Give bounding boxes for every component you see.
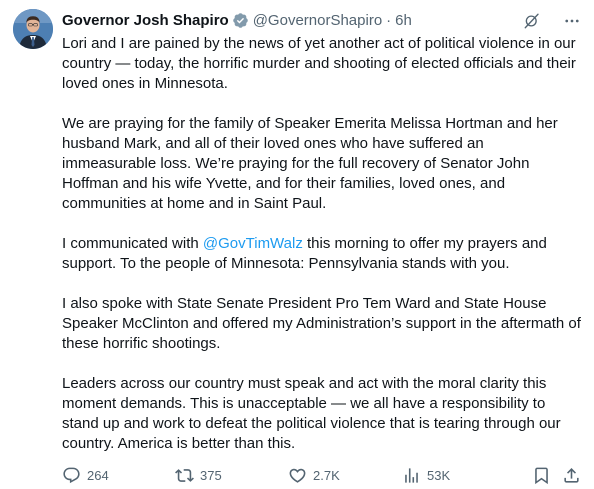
header-separator: · (386, 11, 392, 29)
views-button[interactable]: 53K (402, 466, 450, 485)
verified-badge-icon[interactable] (232, 12, 249, 29)
avatar[interactable] (13, 9, 53, 49)
like-count: 2.7K (313, 467, 340, 483)
post-time[interactable]: 6h (395, 12, 412, 29)
post-paragraph: I communicated with @GovTimWalz this mor… (62, 234, 582, 274)
person-portrait-icon (13, 9, 53, 49)
post-paragraph: Lori and I are pained by the news of yet… (62, 35, 576, 92)
tweet-header: Governor Josh Shapiro @GovernorShapiro ·… (62, 10, 412, 30)
repost-count: 375 (200, 467, 222, 483)
reply-icon (63, 467, 80, 483)
author-name[interactable]: Governor Josh Shapiro (62, 12, 229, 29)
repost-button[interactable]: 375 (175, 466, 222, 485)
repost-icon (175, 468, 194, 482)
bookmark-icon (535, 467, 548, 484)
post-body: Lori and I are pained by the news of yet… (62, 34, 582, 454)
mention-link[interactable]: @GovTimWalz (203, 235, 303, 252)
tweet: Governor Josh Shapiro @GovernorShapiro ·… (0, 0, 594, 489)
author-handle[interactable]: @GovernorShapiro (253, 12, 382, 29)
views-chart-icon (405, 467, 418, 483)
heart-icon (289, 468, 306, 483)
post-paragraph: Leaders across our country must speak an… (62, 375, 561, 452)
engagement-bar: 264 375 2.7K 53K (62, 465, 584, 485)
post-paragraph: We are praying for the family of Speaker… (62, 115, 558, 212)
like-button[interactable]: 2.7K (288, 466, 340, 485)
grok-icon[interactable] (522, 11, 542, 31)
views-count: 53K (427, 467, 451, 483)
header-actions (522, 11, 582, 31)
post-text-segment: I communicated with (62, 235, 203, 252)
more-options-icon[interactable] (562, 11, 582, 31)
post-paragraph: I also spoke with State Senate President… (62, 295, 581, 352)
share-icon (564, 467, 579, 483)
reply-count: 264 (87, 467, 109, 483)
share-button[interactable] (562, 466, 581, 485)
reply-button[interactable]: 264 (62, 466, 109, 485)
bookmark-button[interactable] (532, 466, 551, 485)
